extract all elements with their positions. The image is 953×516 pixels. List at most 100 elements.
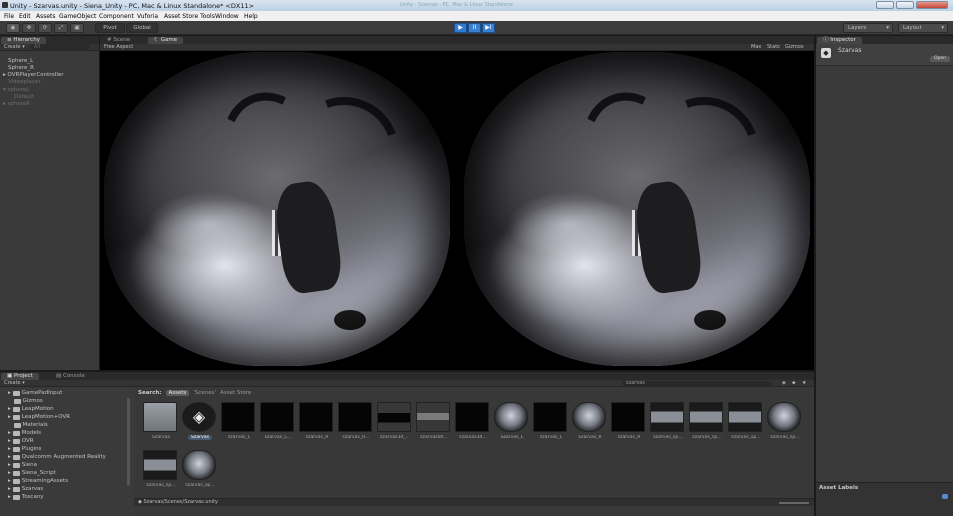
folder-item[interactable]: ▸ Plugins: [8, 446, 41, 452]
menu-help[interactable]: Help: [244, 13, 258, 20]
folder-item[interactable]: ▸ Models: [8, 430, 41, 436]
asset-item[interactable]: Szarvas: [143, 402, 179, 448]
asset-item[interactable]: szarvas_sp...: [182, 450, 218, 496]
hierarchy-item[interactable]: Sphere_R: [8, 65, 34, 71]
hierarchy-item[interactable]: Videoplayer: [8, 79, 41, 85]
asset-item[interactable]: szarvas_R: [299, 402, 335, 448]
asset-item[interactable]: szarvas3d_...: [377, 402, 413, 448]
step-button[interactable]: ▶I: [482, 23, 495, 33]
folder-item[interactable]: ▸ Szarvas: [8, 486, 43, 492]
asset-label-text: szarvas_sp...: [653, 435, 683, 440]
folder-item[interactable]: ▸ GamePadInput: [8, 390, 62, 396]
tab-project[interactable]: ▣ Project: [1, 373, 39, 380]
move-tool-icon[interactable]: ✥: [22, 23, 36, 33]
asset-item[interactable]: szarvas_L: [533, 402, 569, 448]
asset-item[interactable]: szarvas_sp...: [728, 402, 764, 448]
layout-dropdown[interactable]: Layout ▾: [898, 23, 948, 33]
black-texture-icon: [533, 402, 567, 432]
asset-item[interactable]: ◈ Szarvas: [182, 402, 218, 448]
hierarchy-item[interactable]: ▾ sphereL: [3, 87, 29, 93]
open-button[interactable]: Open: [930, 56, 950, 62]
hierarchy-item[interactable]: ▸ sphereR: [3, 101, 30, 107]
hierarchy-toolbar: Create ▾ All: [0, 44, 99, 51]
menu-file[interactable]: File: [4, 13, 14, 20]
scope-asset-store[interactable]: Asset Store: [220, 390, 251, 396]
folder-item[interactable]: ▸ StreamingAssets: [8, 478, 68, 484]
maximize-toggle[interactable]: Max: [751, 44, 761, 50]
pivot-toggle[interactable]: Pivot: [95, 23, 125, 33]
asset-item[interactable]: szarvas3d...: [455, 402, 491, 448]
folder-icon: [12, 414, 20, 420]
inspector-tabbar: ⓘ Inspector: [816, 36, 953, 44]
asset-item[interactable]: szarvas00...: [416, 402, 452, 448]
maximize-button[interactable]: [896, 1, 914, 9]
hierarchy-create-button[interactable]: Create ▾: [4, 44, 25, 50]
asset-item[interactable]: Szarvas_R: [572, 402, 608, 448]
folder-item[interactable]: ▸ LeapMotion+OVR: [8, 414, 70, 420]
thumbnail-size-slider[interactable]: [779, 502, 809, 504]
folder-item[interactable]: Gizmos: [8, 398, 43, 404]
folder-tree-scrollbar[interactable]: [127, 398, 130, 486]
project-search-input[interactable]: szarvas: [622, 381, 772, 386]
asset-item[interactable]: Szarvas_L: [494, 402, 530, 448]
menu-assets[interactable]: Assets: [36, 13, 56, 20]
asset-label-text: szarvas_R: [617, 435, 641, 440]
asset-label-text: szarvas_R: [305, 435, 329, 440]
hierarchy-item[interactable]: Sphere_L: [8, 58, 33, 64]
rotate-tool-icon[interactable]: ⟳: [38, 23, 52, 33]
rect-tool-icon[interactable]: ▣: [70, 23, 84, 33]
folder-item[interactable]: Materials: [8, 422, 48, 428]
menu-edit[interactable]: Edit: [19, 13, 31, 20]
pause-button[interactable]: II: [468, 23, 481, 33]
folder-item[interactable]: ▸ LeapMotion: [8, 406, 54, 412]
tab-game[interactable]: ☾ Game: [148, 37, 184, 44]
scale-tool-icon[interactable]: ⤢: [54, 23, 68, 33]
aspect-dropdown[interactable]: Free Aspect: [104, 44, 133, 50]
global-toggle[interactable]: Global: [126, 23, 158, 33]
scope-assets[interactable]: Assets: [165, 390, 190, 396]
hierarchy-search-input[interactable]: All: [30, 44, 90, 50]
asset-item[interactable]: szarvas_L...: [260, 402, 296, 448]
tab-hierarchy[interactable]: ≡ Hierarchy: [1, 37, 46, 44]
tab-scene[interactable]: # Scene: [101, 37, 136, 44]
scope-scenes[interactable]: 'Scenes': [193, 390, 216, 396]
chevron-down-icon: ▾: [941, 25, 944, 31]
project-create-button[interactable]: Create ▾: [4, 380, 25, 386]
menu-vuforia[interactable]: Vuforia: [137, 13, 158, 20]
asset-item[interactable]: szarvas_sp...: [767, 402, 803, 448]
folder-item[interactable]: ▸ Qualcomm Augmented Reality: [8, 454, 106, 460]
menu-window[interactable]: Window: [215, 13, 239, 20]
play-button[interactable]: ▶: [454, 23, 467, 33]
folder-item[interactable]: ▸ Siena: [8, 462, 37, 468]
asset-item[interactable]: szarvas_R...: [338, 402, 374, 448]
menu-asset-store-tools[interactable]: Asset Store Tools: [164, 13, 215, 20]
hierarchy-item[interactable]: ▸ OVRPlayerController: [3, 72, 64, 78]
hierarchy-item[interactable]: Default: [14, 94, 34, 100]
layers-dropdown[interactable]: Layers ▾: [843, 23, 893, 33]
asset-label-text: Szarvas: [152, 435, 170, 440]
hand-tool-icon[interactable]: ◉: [6, 23, 20, 33]
folder-item[interactable]: ▸ Toscany: [8, 494, 44, 500]
tab-inspector[interactable]: ⓘ Inspector: [817, 37, 862, 44]
close-button[interactable]: [916, 1, 948, 9]
folder-item[interactable]: ▸ Siena_Script: [8, 470, 56, 476]
asset-item[interactable]: szarvas_L: [221, 402, 257, 448]
menu-component[interactable]: Component: [99, 13, 134, 20]
folder-label: Siena: [21, 462, 38, 468]
tab-console[interactable]: ▤ Console: [50, 373, 91, 380]
filter-type-icon[interactable]: ◈: [782, 380, 786, 386]
gizmos-dropdown[interactable]: Gizmos: [785, 44, 803, 50]
console-tab-label: Console: [62, 373, 85, 379]
asset-item[interactable]: szarvas_sp...: [689, 402, 725, 448]
asset-item[interactable]: szarvas_R: [611, 402, 647, 448]
menu-gameobject[interactable]: GameObject: [59, 13, 96, 20]
asset-item[interactable]: szarvas_sp...: [143, 450, 179, 496]
favorite-star-icon[interactable]: ★: [802, 380, 806, 386]
project-tab-label: Project: [13, 373, 33, 379]
filter-label-icon[interactable]: ⬥: [792, 380, 796, 386]
folder-item[interactable]: ▸ OVR: [8, 438, 34, 444]
minimize-button[interactable]: [876, 1, 894, 9]
stats-toggle[interactable]: Stats: [767, 44, 780, 50]
tag-icon[interactable]: [942, 494, 948, 499]
asset-item[interactable]: szarvas_sp...: [650, 402, 686, 448]
